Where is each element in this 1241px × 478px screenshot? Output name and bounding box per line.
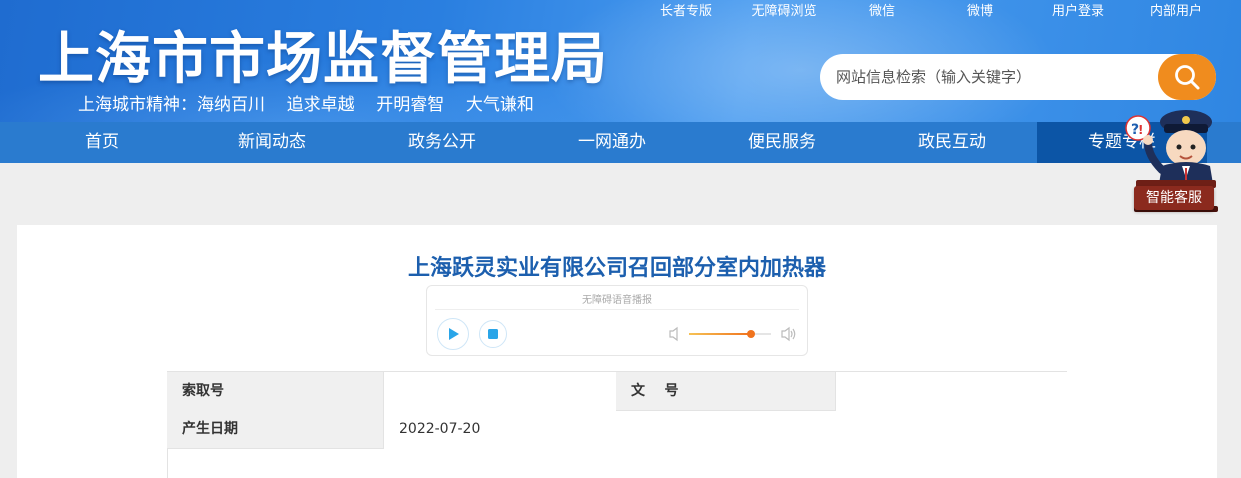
- nav-item-home[interactable]: 首页: [17, 122, 187, 163]
- search-input[interactable]: [836, 66, 1156, 88]
- doc-number-label: 文 号: [616, 372, 836, 411]
- play-icon: [449, 328, 459, 340]
- article-card: 上海跃灵实业有限公司召回部分室内加热器 无障碍语音播报 索取号 文 号 产生日期…: [17, 225, 1217, 478]
- play-button[interactable]: [437, 318, 469, 350]
- player-divider: [435, 309, 799, 310]
- stop-icon: [488, 329, 498, 339]
- top-link-elder[interactable]: 长者专版: [637, 0, 735, 19]
- nav-item-gov-info[interactable]: 政务公开: [357, 122, 527, 163]
- top-link-weibo[interactable]: 微博: [931, 0, 1029, 19]
- top-links: 长者专版 无障碍浏览 微信 微博 用户登录 内部用户: [637, 0, 1225, 19]
- nav-item-services[interactable]: 便民服务: [697, 122, 867, 163]
- site-title[interactable]: 上海市市场监督管理局: [38, 14, 608, 95]
- volume-low-icon[interactable]: [668, 326, 682, 342]
- assistant-label[interactable]: 智能客服: [1134, 186, 1214, 210]
- volume-high-icon[interactable]: [780, 326, 798, 342]
- nav-item-news[interactable]: 新闻动态: [187, 122, 357, 163]
- doc-number-value: [836, 372, 1067, 411]
- stop-button[interactable]: [479, 320, 507, 348]
- audio-player: 无障碍语音播报: [426, 285, 808, 356]
- volume-knob[interactable]: [746, 330, 755, 338]
- volume-fill: [689, 333, 751, 335]
- volume-slider[interactable]: [689, 330, 771, 338]
- top-link-internal[interactable]: 内部用户: [1127, 0, 1225, 19]
- meta-row: 索取号 文 号: [167, 371, 1067, 411]
- nav-item-interaction[interactable]: 政民互动: [867, 122, 1037, 163]
- date-value: 2022-07-20: [399, 421, 481, 437]
- main-nav: 首页 新闻动态 政务公开 一网通办 便民服务 政民互动 专题专栏: [0, 122, 1241, 163]
- meta-row: 产生日期 2022-07-20: [167, 410, 1067, 449]
- top-link-login[interactable]: 用户登录: [1029, 0, 1127, 19]
- article-title: 上海跃灵实业有限公司召回部分室内加热器: [407, 256, 826, 281]
- top-link-wechat[interactable]: 微信: [833, 0, 931, 19]
- index-number-label: 索取号: [167, 372, 384, 411]
- search-box: [820, 54, 1216, 100]
- search-icon: [1175, 65, 1200, 90]
- site-header: 上海市市场监督管理局 上海城市精神：海纳百川 追求卓越 开明睿智 大气谦和 长者…: [0, 0, 1241, 122]
- nav-item-one-stop[interactable]: 一网通办: [527, 122, 697, 163]
- index-number-value: [384, 372, 616, 411]
- search-button[interactable]: [1158, 54, 1216, 100]
- city-slogan: 上海城市精神：海纳百川 追求卓越 开明睿智 大气谦和: [78, 95, 534, 115]
- player-caption: 无障碍语音播报: [582, 295, 652, 306]
- svg-text:!: !: [1138, 123, 1143, 137]
- date-label: 产生日期: [167, 410, 384, 449]
- top-link-accessibility[interactable]: 无障碍浏览: [735, 0, 833, 19]
